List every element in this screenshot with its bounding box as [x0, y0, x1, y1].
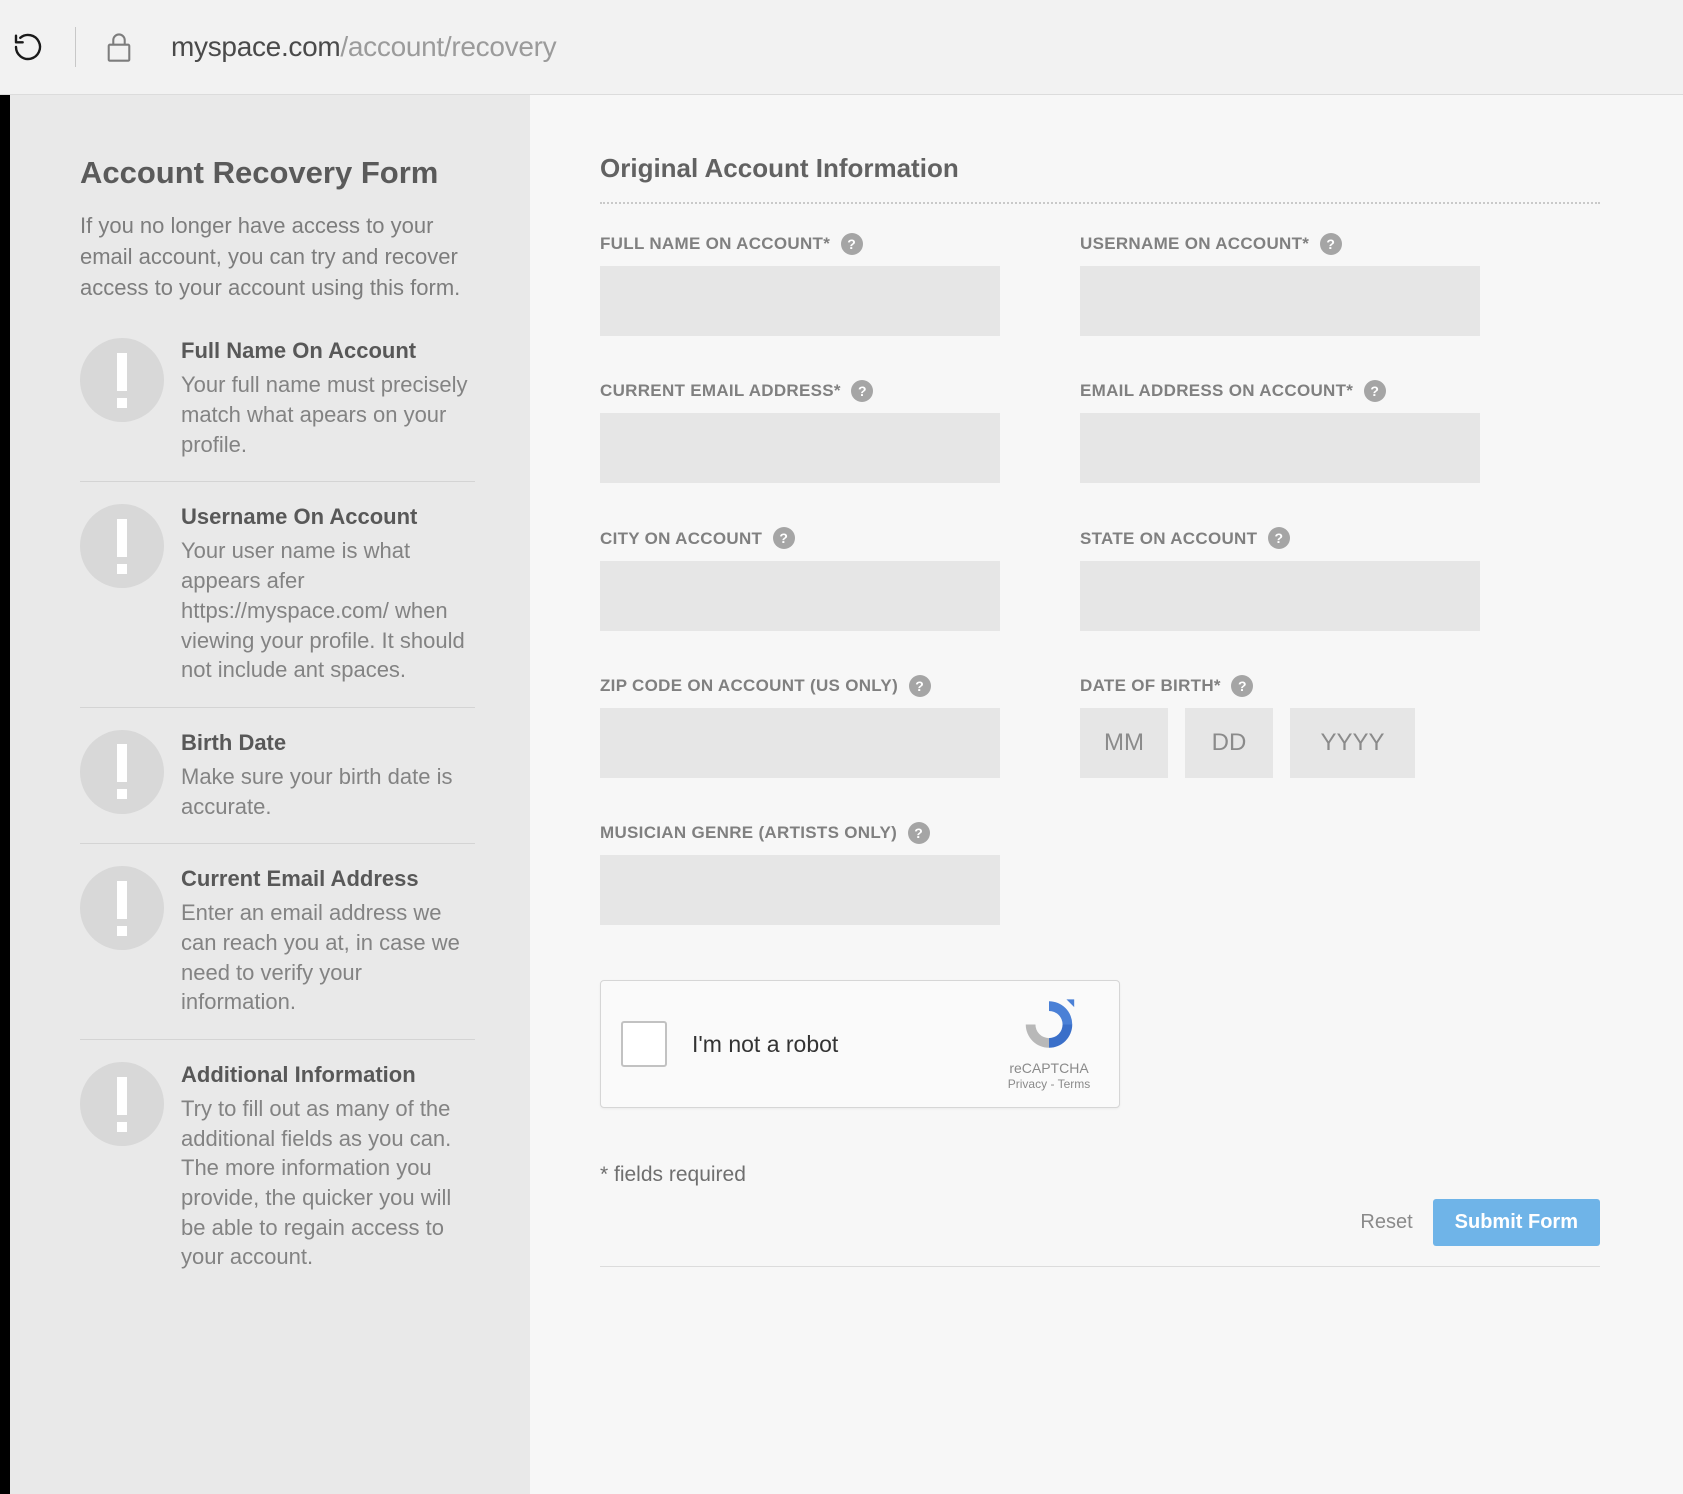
- label-email-on-account: EMAIL ADDRESS ON ACCOUNT*: [1080, 381, 1353, 401]
- tip-body: Make sure your birth date is accurate.: [181, 762, 475, 821]
- dob-year-input[interactable]: [1290, 708, 1415, 778]
- toolbar-divider: [75, 27, 76, 67]
- field-zip: ZIP CODE ON ACCOUNT (US ONLY) ?: [600, 676, 1000, 778]
- recaptcha-widget: I'm not a robot reCAPTCHA Privacy - Term…: [600, 980, 1120, 1108]
- recaptcha-brand: reCAPTCHA: [1009, 1060, 1088, 1076]
- full-name-input[interactable]: [600, 266, 1000, 336]
- url-path: /account/recovery: [340, 31, 556, 62]
- tip-body: Enter an email address we can reach you …: [181, 898, 475, 1017]
- help-icon[interactable]: ?: [1364, 380, 1386, 402]
- help-icon[interactable]: ?: [1231, 675, 1253, 697]
- label-username: USERNAME ON ACCOUNT*: [1080, 234, 1309, 254]
- tip-title: Current Email Address: [181, 866, 475, 892]
- help-icon[interactable]: ?: [1268, 527, 1290, 549]
- help-icon[interactable]: ?: [773, 527, 795, 549]
- reload-icon[interactable]: [10, 30, 45, 65]
- field-city: CITY ON ACCOUNT ?: [600, 528, 1000, 630]
- field-email-on-account: EMAIL ADDRESS ON ACCOUNT* ?: [1080, 381, 1480, 483]
- dob-month-input[interactable]: [1080, 708, 1168, 778]
- label-full-name: FULL NAME ON ACCOUNT*: [600, 234, 830, 254]
- tip-body: Your full name must precisely match what…: [181, 370, 475, 459]
- main-content: Original Account Information FULL NAME O…: [530, 95, 1683, 1494]
- city-input[interactable]: [600, 561, 1000, 631]
- tip-additional-info: Additional Information Try to fill out a…: [80, 1040, 475, 1294]
- help-icon[interactable]: ?: [909, 675, 931, 697]
- recaptcha-terms-link[interactable]: Terms: [1058, 1077, 1091, 1091]
- field-full-name: FULL NAME ON ACCOUNT* ?: [600, 234, 1000, 336]
- exclamation-icon: [80, 730, 164, 814]
- recaptcha-checkbox[interactable]: [621, 1021, 667, 1067]
- help-icon[interactable]: ?: [851, 380, 873, 402]
- url-display[interactable]: myspace.com/account/recovery: [171, 31, 556, 63]
- tip-body: Try to fill out as many of the additiona…: [181, 1094, 475, 1272]
- tip-full-name: Full Name On Account Your full name must…: [80, 323, 475, 482]
- current-email-input[interactable]: [600, 413, 1000, 483]
- label-genre: MUSICIAN GENRE (ARTISTS ONLY): [600, 823, 897, 843]
- help-icon[interactable]: ?: [1320, 233, 1342, 255]
- tip-title: Birth Date: [181, 730, 475, 756]
- section-divider: [600, 202, 1600, 204]
- recaptcha-privacy-link[interactable]: Privacy: [1008, 1077, 1047, 1091]
- help-icon[interactable]: ?: [841, 233, 863, 255]
- label-dob: DATE OF BIRTH*: [1080, 676, 1221, 696]
- label-zip: ZIP CODE ON ACCOUNT (US ONLY): [600, 676, 898, 696]
- genre-input[interactable]: [600, 855, 1000, 925]
- exclamation-icon: [80, 866, 164, 950]
- label-city: CITY ON ACCOUNT: [600, 529, 762, 549]
- label-state: STATE ON ACCOUNT: [1080, 529, 1257, 549]
- tip-username: Username On Account Your user name is wh…: [80, 482, 475, 707]
- help-icon[interactable]: ?: [908, 822, 930, 844]
- sidebar-title: Account Recovery Form: [80, 155, 475, 191]
- tip-title: Full Name On Account: [181, 338, 475, 364]
- tip-title: Username On Account: [181, 504, 475, 530]
- field-current-email: CURRENT EMAIL ADDRESS* ?: [600, 381, 1000, 483]
- recaptcha-links: Privacy - Terms: [1008, 1077, 1090, 1091]
- sidebar: Account Recovery Form If you no longer h…: [10, 95, 530, 1494]
- form-actions: Reset Submit Form: [600, 1199, 1600, 1267]
- exclamation-icon: [80, 1062, 164, 1146]
- tip-current-email: Current Email Address Enter an email add…: [80, 844, 475, 1040]
- submit-button[interactable]: Submit Form: [1433, 1199, 1600, 1246]
- state-input[interactable]: [1080, 561, 1480, 631]
- reset-button[interactable]: Reset: [1360, 1211, 1412, 1234]
- field-dob: DATE OF BIRTH* ?: [1080, 676, 1480, 778]
- tip-body: Your user name is what appears afer http…: [181, 536, 475, 684]
- field-genre: MUSICIAN GENRE (ARTISTS ONLY) ?: [600, 823, 1000, 925]
- url-domain: myspace.com: [171, 31, 340, 62]
- recaptcha-label: I'm not a robot: [692, 1031, 999, 1058]
- recaptcha-logo-icon: [1018, 997, 1080, 1057]
- dob-day-input[interactable]: [1185, 708, 1273, 778]
- email-on-account-input[interactable]: [1080, 413, 1480, 483]
- required-fields-note: * fields required: [600, 1163, 1600, 1187]
- form-title: Original Account Information: [600, 153, 1600, 184]
- field-state: STATE ON ACCOUNT ?: [1080, 528, 1480, 630]
- field-username: USERNAME ON ACCOUNT* ?: [1080, 234, 1480, 336]
- tip-birth-date: Birth Date Make sure your birth date is …: [80, 708, 475, 844]
- username-input[interactable]: [1080, 266, 1480, 336]
- tip-title: Additional Information: [181, 1062, 475, 1088]
- sidebar-intro: If you no longer have access to your ema…: [80, 211, 475, 303]
- lock-icon[interactable]: [101, 30, 136, 65]
- browser-address-bar: myspace.com/account/recovery: [0, 0, 1683, 95]
- exclamation-icon: [80, 504, 164, 588]
- exclamation-icon: [80, 338, 164, 422]
- label-current-email: CURRENT EMAIL ADDRESS*: [600, 381, 841, 401]
- zip-input[interactable]: [600, 708, 1000, 778]
